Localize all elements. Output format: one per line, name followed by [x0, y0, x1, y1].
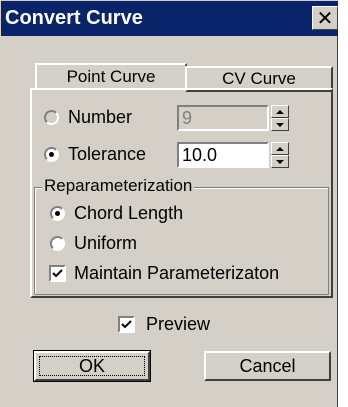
tolerance-field[interactable]: 10.0 [177, 142, 269, 168]
maintain-param-label: Maintain Parameterizaton [74, 263, 280, 283]
arrow-down-icon [276, 159, 284, 164]
chord-length-radio[interactable] [50, 206, 65, 221]
maintain-param-checkbox[interactable] [49, 265, 66, 282]
checkmark-icon [52, 269, 63, 278]
tolerance-spinner[interactable] [271, 142, 289, 168]
number-label: Number [68, 107, 133, 127]
tolerance-spin-down-button[interactable] [271, 155, 289, 168]
preview-checkbox[interactable] [118, 316, 135, 333]
number-field[interactable]: 9 [177, 105, 269, 131]
number-spin-up-button[interactable] [271, 105, 289, 118]
close-button[interactable]: ✕ [312, 6, 338, 30]
number-radio[interactable] [44, 110, 59, 125]
cancel-button[interactable]: Cancel [204, 351, 331, 381]
cancel-button-label: Cancel [239, 355, 296, 376]
window-title: Convert Curve [5, 7, 143, 29]
radio-selected-dot [49, 152, 54, 157]
uniform-label: Uniform [74, 233, 138, 253]
title-bar[interactable]: Convert Curve ✕ [0, 0, 338, 36]
tolerance-label: Tolerance [68, 144, 147, 164]
arrow-up-icon [276, 146, 284, 151]
uniform-radio[interactable] [50, 236, 65, 251]
tab-point-curve[interactable]: Point Curve [35, 63, 187, 89]
ok-button[interactable]: OK [33, 350, 151, 382]
tolerance-radio[interactable] [44, 147, 59, 162]
number-spin-down-button[interactable] [271, 118, 289, 131]
radio-selected-dot [55, 211, 60, 216]
convert-curve-dialog: Convert Curve ✕ Point Curve CV Curve Num… [0, 0, 338, 407]
preview-label: Preview [146, 314, 211, 334]
chord-length-label: Chord Length [74, 203, 184, 223]
number-spinner[interactable] [271, 105, 289, 131]
checkmark-icon [121, 320, 132, 329]
tolerance-spin-up-button[interactable] [271, 142, 289, 155]
focus-rect [39, 356, 145, 376]
arrow-up-icon [276, 109, 284, 114]
arrow-down-icon [276, 122, 284, 127]
reparameterization-legend: Reparameterization [42, 176, 195, 196]
close-icon: ✕ [316, 6, 334, 30]
